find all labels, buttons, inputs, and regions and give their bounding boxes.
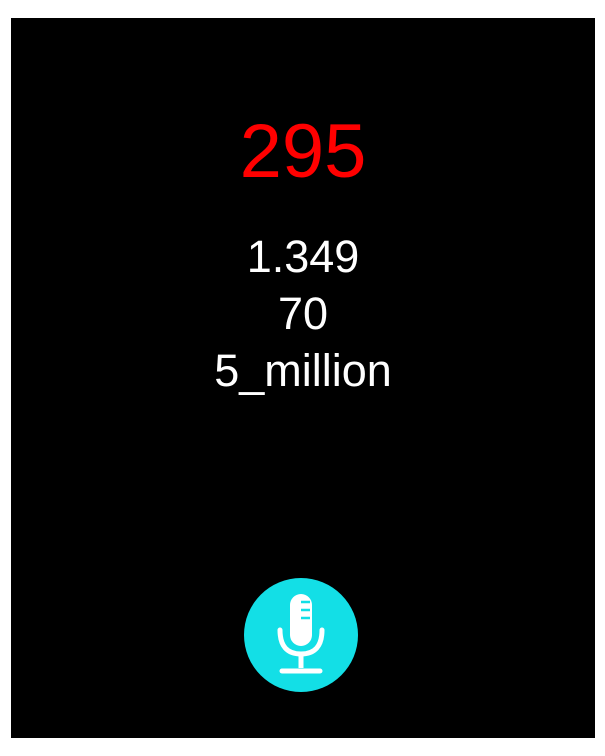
result-lines: 1.349 70 5_million bbox=[11, 228, 595, 399]
result-line-1: 1.349 bbox=[246, 231, 360, 282]
voice-screen: 295 1.349 70 5_million bbox=[11, 18, 595, 738]
microphone-icon bbox=[277, 594, 325, 674]
result-line-3: 5_million bbox=[214, 345, 392, 396]
microphone-button[interactable] bbox=[244, 578, 358, 692]
headline-number: 295 bbox=[239, 109, 367, 194]
result-line-2: 70 bbox=[277, 288, 329, 339]
